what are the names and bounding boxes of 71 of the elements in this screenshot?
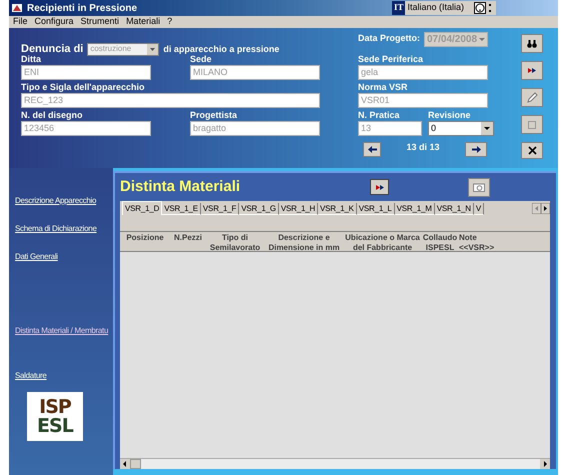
- menu-item[interactable]: Materiali: [126, 15, 160, 29]
- toggle-button[interactable]: [521, 61, 543, 80]
- language-indicator[interactable]: Italiano (Italia): [407, 1, 464, 15]
- tab[interactable]: VSR_1_L: [356, 203, 395, 215]
- tab[interactable]: VSR_1_K: [318, 203, 357, 215]
- column-header[interactable]: Tipo di Semilavorato: [206, 232, 264, 251]
- field-label: Progettista: [190, 110, 238, 121]
- menu-item[interactable]: Configura: [34, 15, 74, 29]
- menu-item[interactable]: ?: [167, 15, 172, 29]
- horizontal-scrollbar[interactable]: [120, 458, 550, 469]
- sidebar-link[interactable]: Descrizione Apparecchio: [15, 195, 96, 207]
- language-code: IT: [392, 1, 406, 15]
- arrow-right-icon: [472, 146, 480, 153]
- app-icon: [11, 2, 23, 14]
- sidebar-link[interactable]: Distinta Materiali / Membratu: [15, 325, 108, 337]
- column-header[interactable]: Note <<VSR>>: [459, 232, 499, 251]
- camera-button[interactable]: [468, 178, 490, 196]
- toggle-button[interactable]: [370, 179, 389, 195]
- double-arrow-icon: [528, 68, 536, 73]
- column-header[interactable]: N.Pezzi: [170, 232, 206, 251]
- tab[interactable]: VSR_1_F: [200, 203, 240, 215]
- camera-icon: [473, 182, 485, 192]
- dropdown[interactable]: 0: [428, 121, 494, 136]
- tab[interactable]: V: [474, 203, 484, 215]
- column-header[interactable]: Ubicazione o Marca del Fabbricante: [344, 232, 421, 251]
- sidebar-link[interactable]: Schema di Dichiarazione: [15, 223, 97, 235]
- field-label: Tipo e Sigla dell'apparecchio: [21, 82, 146, 93]
- save-button[interactable]: [521, 115, 543, 134]
- column-header[interactable]: Posizione: [120, 232, 170, 251]
- window-title: Recipienti in Pressione: [27, 2, 138, 16]
- arrow-left-icon: [368, 146, 376, 153]
- field-label: Ditta: [21, 54, 42, 65]
- scroll-left-icon[interactable]: [120, 459, 130, 469]
- column-header[interactable]: Descrizione e Dimensione in mm: [264, 232, 344, 251]
- menu-item[interactable]: Strumenti: [80, 15, 120, 29]
- menu-item[interactable]: File: [13, 15, 28, 29]
- sidebar-link[interactable]: Saldature: [15, 370, 47, 382]
- tab[interactable]: VSR_1_M: [394, 203, 435, 215]
- help-icon[interactable]: [474, 2, 486, 14]
- close-button[interactable]: [521, 142, 543, 159]
- previous-button[interactable]: [363, 142, 381, 157]
- pencil-icon: [526, 92, 538, 104]
- tab[interactable]: VSR_1_G: [239, 203, 279, 215]
- field-label: N. Pratica: [358, 110, 401, 121]
- field-label: Sede: [190, 54, 213, 65]
- record-counter: 13 di 13: [405, 140, 441, 154]
- double-arrow-icon: [376, 184, 384, 190]
- search-button[interactable]: [521, 34, 543, 53]
- field-label: Data Progetto:: [358, 32, 422, 45]
- logo: ISP ESL: [27, 392, 83, 441]
- scrollbar-thumb[interactable]: [130, 459, 141, 469]
- next-button[interactable]: [465, 142, 487, 157]
- field-label: di apparecchio a pressione: [163, 42, 280, 56]
- close-icon: [528, 146, 536, 155]
- field-label: Norma VSR: [358, 82, 409, 93]
- sidebar-link[interactable]: Dati Generali: [15, 251, 58, 263]
- tab[interactable]: VSR_1_E: [162, 203, 201, 215]
- field-label: Denuncia di: [21, 42, 84, 56]
- tab[interactable]: VSR_1_D: [122, 201, 162, 215]
- scroll-right-icon[interactable]: [541, 202, 550, 214]
- scroll-right-icon[interactable]: [540, 459, 550, 469]
- options-icon[interactable]: [488, 3, 492, 13]
- binoculars-icon: [527, 40, 537, 48]
- panel-title: Distinta Materiali: [120, 176, 242, 197]
- tab[interactable]: VSR_1_N: [434, 203, 474, 215]
- tab[interactable]: VSR_1_H: [278, 203, 318, 215]
- column-header[interactable]: Collaudo ISPESL: [421, 232, 459, 251]
- edit-button[interactable]: [521, 88, 543, 107]
- field-label: Sede Periferica: [358, 54, 424, 65]
- field-label: Revisione: [428, 110, 472, 121]
- field-label: N. del disegno: [21, 110, 84, 121]
